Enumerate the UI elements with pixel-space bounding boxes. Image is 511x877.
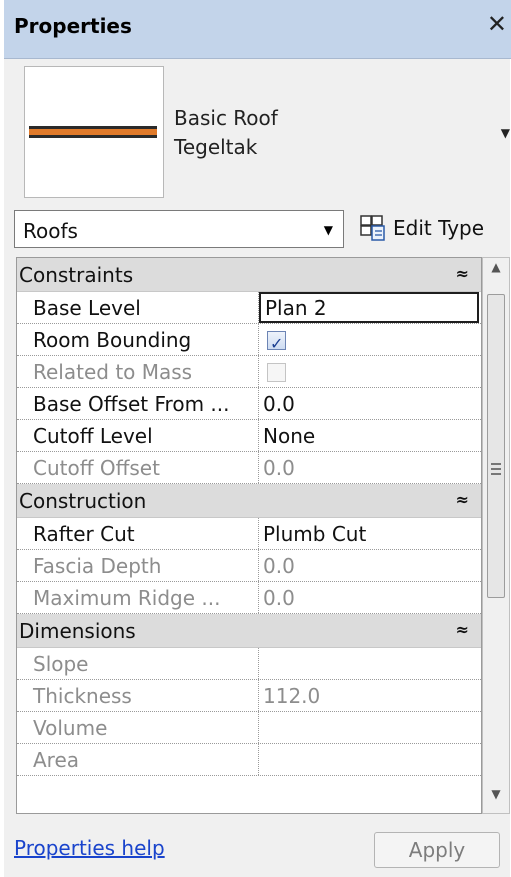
apply-button[interactable]: Apply [374,832,500,868]
property-value: 0.0 [263,456,295,480]
property-label: Cutoff Offset [17,452,259,483]
property-value [259,356,481,387]
property-value[interactable] [259,324,481,360]
property-row: Cutoff Level None [17,420,481,452]
group-title: Dimensions [19,619,136,643]
close-icon[interactable]: ✕ [487,10,507,38]
group-title: Construction [19,489,147,513]
chevron-down-icon: ▼ [323,223,333,237]
group-header-constraints[interactable]: Constraints ≈ [17,258,481,292]
type-family-name: Basic Roof [174,106,278,130]
panel-footer: Properties help Apply [4,814,511,877]
property-label: Rafter Cut [17,518,259,549]
property-row: Fascia Depth 0.0 [17,550,481,582]
vertical-scrollbar[interactable]: ▲ ▼ [482,257,510,814]
properties-grid: Constraints ≈ Base Level Plan 2 Room Boundin… [16,257,482,814]
property-value[interactable]: Plan 2 [259,292,479,323]
property-row: Thickness 112.0 [17,680,481,712]
property-label: Cutoff Level [17,420,259,451]
type-selector-dropdown-icon[interactable]: ▼ [501,126,510,140]
collapse-icon[interactable]: ≈ [456,620,469,639]
edit-type-icon [360,215,385,241]
property-row: Cutoff Offset 0.0 [17,452,481,484]
checkbox[interactable] [267,328,286,360]
group-header-dimensions[interactable]: Dimensions ≈ [17,614,481,648]
checkbox [267,363,286,382]
property-label: Fascia Depth [17,550,259,581]
properties-help-link[interactable]: Properties help [14,836,165,860]
panel-title: Properties [14,14,132,38]
property-value[interactable]: Plumb Cut [259,518,481,549]
property-row: Related to Mass [17,356,481,388]
property-row: Maximum Ridge ... 0.0 [17,582,481,614]
property-label: Base Level [17,292,259,323]
property-value [259,744,481,775]
group-title: Constraints [19,263,134,287]
property-row: Rafter Cut Plumb Cut [17,518,481,550]
property-value: 0.0 [263,586,295,610]
property-label: Base Offset From ... [17,388,259,419]
property-label: Thickness [17,680,259,711]
scrollbar-grip-icon [491,463,501,477]
scrollbar-thumb[interactable] [487,294,505,598]
category-filter-value: Roofs [23,219,78,243]
property-row: Room Bounding [17,324,481,360]
type-name: Tegeltak [174,135,258,159]
property-value [259,648,481,679]
category-filter-dropdown[interactable]: Roofs ▼ [14,210,344,248]
property-label: Maximum Ridge ... [17,582,259,613]
roof-preview-dark-line [29,135,157,138]
property-label: Volume [17,712,259,743]
type-preview-image [24,66,164,198]
property-row: Base Level Plan 2 [17,292,481,324]
collapse-icon[interactable]: ≈ [456,264,469,283]
property-value[interactable]: 0.0 [259,388,481,419]
property-label: Room Bounding [17,324,259,355]
type-selector[interactable]: Basic Roof Tegeltak [174,104,278,162]
scroll-down-icon[interactable]: ▼ [483,787,509,811]
properties-panel: Properties ✕ Basic Roof Tegeltak ▼ Roofs… [4,0,511,877]
property-row: Volume [17,712,481,744]
collapse-icon[interactable]: ≈ [456,490,469,509]
property-value[interactable]: None [259,420,481,451]
property-value [259,712,481,743]
property-row: Slope [17,648,481,680]
property-label: Slope [17,648,259,679]
property-label: Related to Mass [17,356,259,387]
scroll-up-icon[interactable]: ▲ [483,260,509,284]
property-value: 112.0 [263,684,321,708]
property-row: Area [17,744,481,776]
edit-type-button[interactable]: Edit Type [359,210,484,246]
title-bar: Properties ✕ [4,0,511,59]
property-label: Area [17,744,259,775]
edit-type-label: Edit Type [393,216,485,240]
property-value: 0.0 [263,554,295,578]
group-header-construction[interactable]: Construction ≈ [17,484,481,518]
property-row: Base Offset From ... 0.0 [17,388,481,420]
